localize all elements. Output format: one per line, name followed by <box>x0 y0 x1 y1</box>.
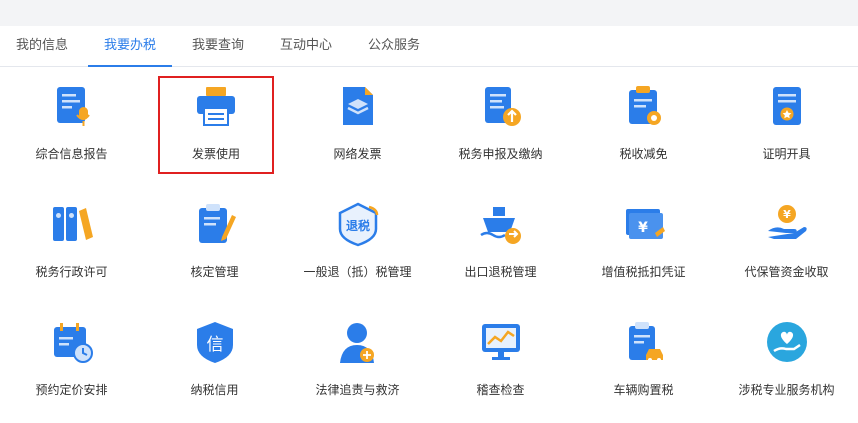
lawyer-scale-icon <box>339 323 374 363</box>
service-grid: 综合信息报告 发票使用 网络发票 税务申报及缴纳 税收减免 证明开具 税务行政许… <box>0 67 858 423</box>
hand-coin-icon: ¥ <box>767 205 807 239</box>
svg-text:¥: ¥ <box>783 208 791 221</box>
tile-label: 稽查检查 <box>476 383 525 397</box>
printer-icon <box>197 87 235 126</box>
tile-label: 核定管理 <box>190 265 239 279</box>
tile-vat-deduction[interactable]: ¥ 增值税抵扣凭证 <box>572 185 715 295</box>
tile-label: 网络发票 <box>333 147 382 161</box>
tile-label: 税务申报及缴纳 <box>458 147 543 161</box>
tab-bar: 我的信息 我要办税 我要查询 互动中心 公众服务 <box>0 26 858 67</box>
tile-label: 涉税专业服务机构 <box>738 383 835 397</box>
report-mic-icon <box>56 87 90 126</box>
clipboard-car-icon <box>628 322 663 362</box>
tab-tax-handling[interactable]: 我要办税 <box>88 26 172 67</box>
tile-advance-pricing[interactable]: 预约定价安排 <box>0 303 143 413</box>
tile-label: 代保管资金收取 <box>744 265 829 279</box>
tile-label: 综合信息报告 <box>35 147 108 161</box>
tile-label: 法律追责与救济 <box>315 383 400 397</box>
tile-label: 一般退（抵）税管理 <box>303 265 412 279</box>
tile-comprehensive-report[interactable]: 综合信息报告 <box>0 67 143 177</box>
refund-shield-icon: 退税 <box>338 202 378 247</box>
tile-legal-remedy[interactable]: 法律追责与救济 <box>286 303 429 413</box>
tile-label: 税务行政许可 <box>35 265 108 279</box>
tab-interaction-center[interactable]: 互动中心 <box>278 26 334 66</box>
clipboard-discount-icon <box>628 86 661 125</box>
tile-label: 出口退税管理 <box>464 265 537 279</box>
tile-label: 税收减免 <box>619 147 668 161</box>
tile-label: 证明开具 <box>762 147 811 161</box>
tile-invoice-use[interactable]: 发票使用 <box>158 76 274 174</box>
tile-vehicle-purchase-tax[interactable]: 车辆购置税 <box>572 303 715 413</box>
tile-inspection[interactable]: 稽查检查 <box>429 303 572 413</box>
tile-custody-funds[interactable]: ¥ 代保管资金收取 <box>715 185 858 295</box>
tile-general-refund[interactable]: 退税 一般退（抵）税管理 <box>286 185 429 295</box>
tile-label: 车辆购置税 <box>613 383 674 397</box>
tile-tax-declaration[interactable]: 税务申报及缴纳 <box>429 67 572 177</box>
tab-public-service[interactable]: 公众服务 <box>366 26 422 66</box>
ship-export-icon <box>479 207 521 244</box>
monitor-chart-icon <box>481 324 520 360</box>
tickets-yen-icon: ¥ <box>625 209 665 239</box>
clipboard-pen-icon <box>198 204 236 243</box>
top-strip <box>0 0 858 26</box>
tile-tax-relief[interactable]: 税收减免 <box>572 67 715 177</box>
svg-text:退税: 退税 <box>345 218 369 233</box>
tab-my-info[interactable]: 我的信息 <box>14 26 70 66</box>
tile-label: 发票使用 <box>191 147 240 161</box>
tile-label: 预约定价安排 <box>35 383 108 397</box>
svg-text:信: 信 <box>206 335 223 355</box>
tile-tax-agency[interactable]: 涉税专业服务机构 <box>715 303 858 413</box>
tab-query[interactable]: 我要查询 <box>190 26 246 66</box>
tile-label: 纳税信用 <box>190 383 239 397</box>
declare-upload-icon <box>484 87 521 126</box>
tile-online-invoice[interactable]: 网络发票 <box>286 67 429 177</box>
tile-administrative-license[interactable]: 税务行政许可 <box>0 185 143 295</box>
tile-export-refund[interactable]: 出口退税管理 <box>429 185 572 295</box>
binders-icon <box>52 207 93 241</box>
svg-text:¥: ¥ <box>638 220 648 236</box>
tile-assessment[interactable]: 核定管理 <box>143 185 286 295</box>
tile-certificate[interactable]: 证明开具 <box>715 67 858 177</box>
heart-hand-icon <box>766 322 807 362</box>
credit-shield-icon: 信 <box>196 322 233 363</box>
certificate-icon <box>772 87 801 125</box>
layers-document-icon <box>342 87 373 125</box>
tile-label: 增值税抵扣凭证 <box>601 265 686 279</box>
tile-tax-credit[interactable]: 信 纳税信用 <box>143 303 286 413</box>
calendar-clock-icon <box>53 323 93 363</box>
